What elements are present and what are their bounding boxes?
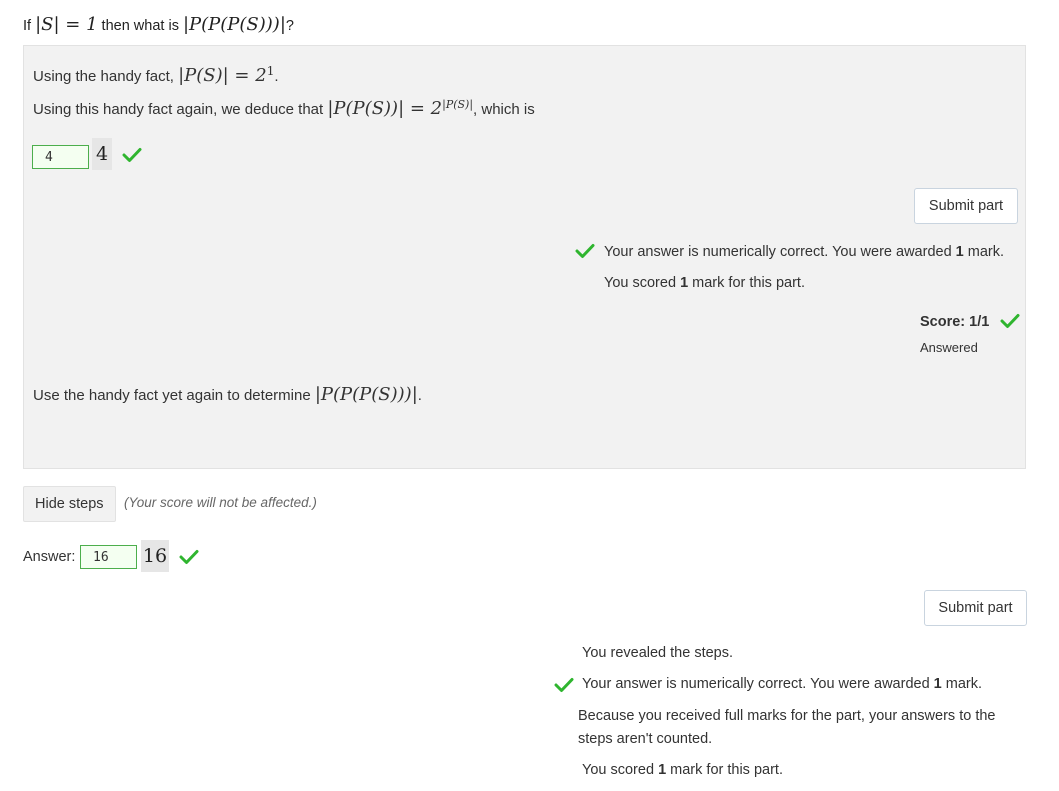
question-text: If |S| = 1 then what is |P(P(P(S)))|? bbox=[23, 14, 294, 35]
feedback-marks: 1 bbox=[658, 762, 667, 778]
step-3-prefix: Use the handy fact yet again to determin… bbox=[33, 387, 315, 404]
steps-panel: Using the handy fact, |P(S)| = 21. Using… bbox=[23, 45, 1026, 469]
question-math-set-size: |S| = 1 bbox=[35, 14, 98, 35]
feedback-text: mark. bbox=[941, 676, 983, 692]
step-1-prefix: Using the handy fact, bbox=[33, 68, 179, 85]
feedback-marks: 1 bbox=[955, 244, 964, 260]
step-2-prefix: Using this handy fact again, we deduce t… bbox=[33, 101, 328, 118]
check-icon bbox=[554, 678, 574, 692]
step-feedback-scored: You scored 1 mark for this part. bbox=[604, 275, 805, 291]
step-feedback-correct: Your answer is numerically correct. You … bbox=[604, 244, 1004, 260]
check-icon bbox=[1000, 314, 1020, 328]
step-2-suffix: , which is bbox=[473, 101, 535, 118]
full-marks-message-line-1: Because you received full marks for the … bbox=[578, 708, 996, 724]
feedback-text: Your answer is numerically correct. You … bbox=[582, 676, 934, 692]
step-2-exponent: |P(S)| bbox=[442, 98, 474, 111]
revealed-steps-message: You revealed the steps. bbox=[582, 645, 734, 661]
question-middle: then what is bbox=[97, 18, 183, 34]
step-3-text: Use the handy fact yet again to determin… bbox=[33, 384, 422, 405]
feedback-text: mark for this part. bbox=[688, 275, 805, 291]
step-status: Answered bbox=[920, 340, 978, 355]
step-submit-part-button[interactable]: Submit part bbox=[914, 188, 1018, 224]
step-2-answer-preview: 4 bbox=[92, 138, 112, 170]
step-3-suffix: . bbox=[417, 387, 422, 404]
step-score: Score: 1/1 bbox=[920, 314, 990, 330]
answer-preview: 16 bbox=[141, 540, 169, 572]
feedback-text: You scored bbox=[604, 275, 681, 291]
feedback-scored: You scored 1 mark for this part. bbox=[582, 762, 783, 778]
check-icon bbox=[575, 244, 595, 258]
step-1-suffix: . bbox=[274, 68, 279, 85]
check-icon bbox=[179, 550, 199, 564]
feedback-text: mark. bbox=[963, 244, 1005, 260]
answer-label: Answer: bbox=[23, 549, 76, 565]
question-suffix: ? bbox=[285, 18, 294, 34]
hide-steps-button[interactable]: Hide steps bbox=[23, 486, 116, 522]
feedback-text: You scored bbox=[582, 762, 659, 778]
step-1-text: Using the handy fact, |P(S)| = 21. bbox=[33, 64, 279, 86]
question-math-target: |P(P(P(S)))| bbox=[182, 14, 286, 35]
step-3-math: |P(P(P(S)))| bbox=[314, 384, 418, 405]
feedback-marks: 1 bbox=[680, 275, 689, 291]
hide-steps-note: (Your score will not be affected.) bbox=[124, 495, 317, 510]
step-2-answer-input[interactable] bbox=[32, 145, 89, 169]
feedback-text: mark for this part. bbox=[666, 762, 783, 778]
feedback-text: Your answer is numerically correct. You … bbox=[604, 244, 956, 260]
step-2-math: |P(P(S))| = 2 bbox=[327, 98, 443, 119]
answer-input[interactable] bbox=[80, 545, 137, 569]
feedback-marks: 1 bbox=[933, 676, 942, 692]
check-icon bbox=[122, 148, 142, 162]
question-prefix: If bbox=[23, 18, 36, 34]
full-marks-message-line-2: steps aren't counted. bbox=[578, 731, 713, 747]
step-2-text: Using this handy fact again, we deduce t… bbox=[33, 98, 535, 119]
feedback-correct: Your answer is numerically correct. You … bbox=[582, 676, 982, 692]
submit-part-button[interactable]: Submit part bbox=[924, 590, 1027, 626]
step-1-math: |P(S)| = 2 bbox=[178, 65, 267, 86]
